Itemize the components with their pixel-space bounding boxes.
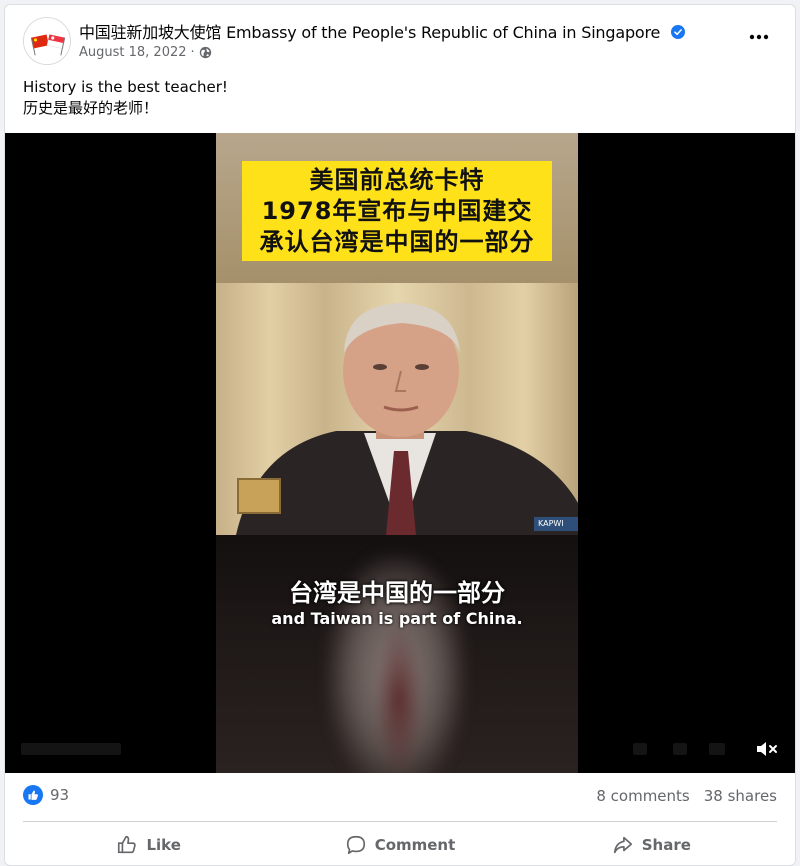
like-label: Like (146, 836, 181, 854)
post-text-line-en: History is the best teacher! (23, 78, 228, 96)
speaker-muted-icon (757, 742, 777, 756)
action-bar: Like Comment Share (23, 825, 777, 865)
subtitle-chinese: 台湾是中国的一部分 (289, 579, 505, 607)
share-label: Share (641, 836, 691, 854)
thumbs-up-icon (118, 835, 137, 854)
pip-control[interactable] (709, 743, 725, 755)
blurred-tie (376, 625, 422, 773)
fullscreen-control[interactable] (673, 743, 687, 755)
speaker-illustration (216, 283, 578, 535)
video-caption-box: 美国前总统卡特 1978年宣布与中国建交 承认台湾是中国的一部分 (242, 161, 552, 261)
share-count[interactable]: 38 shares (704, 787, 777, 805)
page-avatar[interactable] (23, 17, 71, 65)
meta-separator: · (190, 45, 195, 60)
video-player[interactable]: 美国前总统卡特 1978年宣布与中国建交 承认台湾是中国的一部分 KAPWI 台… (5, 133, 795, 773)
globe-icon (199, 46, 211, 59)
post-card: 中国驻新加坡大使馆 Embassy of the People's Republ… (4, 4, 796, 866)
video-watermark: KAPWI (534, 517, 578, 531)
video-caption-line: 美国前总统卡特 (309, 166, 485, 194)
reaction-summary[interactable]: 93 (23, 785, 69, 805)
video-caption-line: 承认台湾是中国的一部分 (259, 228, 535, 256)
comment-label: Comment (374, 836, 456, 854)
share-button[interactable]: Share (526, 825, 777, 865)
settings-control[interactable] (633, 743, 647, 755)
post-date[interactable]: August 18, 2022 (79, 45, 187, 60)
subtitle-english: and Taiwan is part of China. (271, 609, 523, 628)
verified-badge-icon (671, 25, 686, 39)
like-reaction-icon (23, 785, 43, 805)
mute-button[interactable] (755, 739, 779, 759)
comment-bubble-icon (346, 835, 365, 855)
share-arrow-icon (613, 836, 632, 854)
like-count[interactable]: 93 (50, 786, 69, 804)
post-meta: August 18, 2022 · (79, 45, 212, 60)
ellipsis-icon (749, 34, 769, 40)
page-name[interactable]: 中国驻新加坡大使馆 Embassy of the People's Republ… (79, 19, 686, 43)
blurred-background (216, 535, 578, 773)
divider (23, 821, 777, 822)
video-scene: KAPWI (216, 283, 578, 535)
like-button[interactable]: Like (23, 825, 274, 865)
post-text-line-cn: 历史是最好的老师！ (23, 99, 159, 117)
page-name-text[interactable]: 中国驻新加坡大使馆 Embassy of the People's Republ… (79, 23, 660, 42)
comment-count[interactable]: 8 comments (596, 787, 689, 805)
more-options-button[interactable] (743, 25, 775, 49)
video-progress-bar[interactable] (21, 743, 121, 755)
comment-button[interactable]: Comment (274, 825, 525, 865)
engagement-counts: 8 comments 38 shares (596, 787, 777, 805)
video-frame[interactable]: 美国前总统卡特 1978年宣布与中国建交 承认台湾是中国的一部分 KAPWI 台… (216, 133, 578, 773)
video-caption-line: 1978年宣布与中国建交 (261, 197, 533, 225)
post-text: History is the best teacher! 历史是最好的老师！ (23, 77, 228, 119)
